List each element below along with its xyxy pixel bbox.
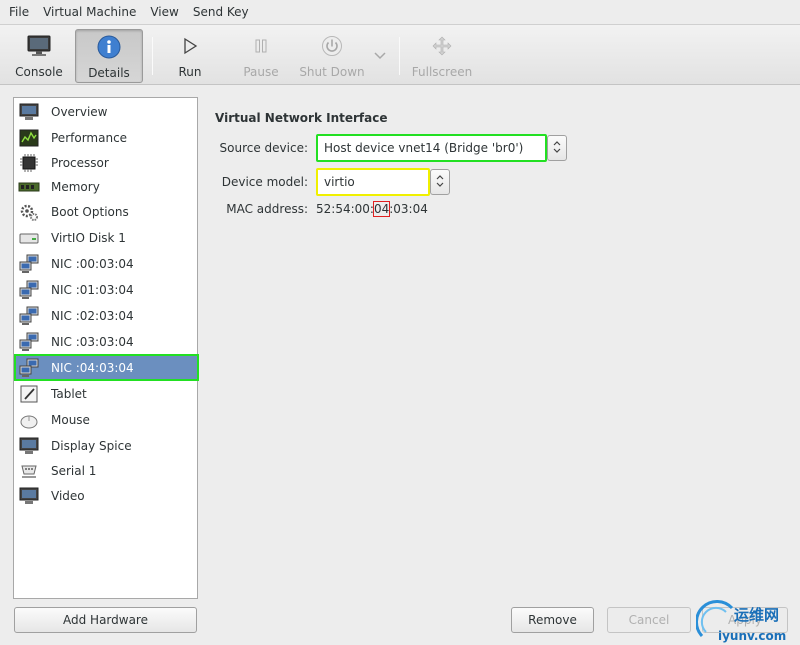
sidebar-item-label: NIC :04:03:04 [51,360,134,375]
display-icon [18,436,40,456]
mac-prefix: 52:54:00: [316,202,374,216]
monitor-icon [18,102,40,122]
sidebar-item-label: NIC :03:03:04 [51,334,134,349]
shutdown-menu-button[interactable] [370,29,390,83]
mac-highlight: 04 [372,201,391,217]
chevron-updown-icon [436,174,444,190]
svg-text:运维网: 运维网 [734,606,779,624]
pause-icon [253,33,269,59]
sidebar-item-performance[interactable]: Performance [15,125,198,150]
source-device-select[interactable]: Host device vnet14 (Bridge 'br0') [316,134,547,162]
mouse-icon [18,410,40,430]
sidebar-item-label: Serial 1 [51,463,97,478]
network-icon [18,254,40,274]
sidebar-item-mouse[interactable]: Mouse [15,407,198,432]
sidebar-item-label: Mouse [51,412,90,427]
network-icon [18,306,40,326]
disk-icon [18,228,40,248]
sidebar-item-tablet[interactable]: Tablet [15,381,198,406]
device-model-dropdown[interactable] [430,169,450,195]
sidebar-item-label: Video [51,488,85,503]
menu-bar: File Virtual Machine View Send Key [0,0,800,24]
watermark-logo: 运维网 iyunv.com [695,598,800,645]
gears-icon [18,202,40,222]
sidebar-item-label: NIC :02:03:04 [51,308,134,323]
serial-port-icon [18,461,40,481]
fullscreen-button[interactable]: Fullscreen [410,29,474,83]
device-model-label: Device model: [221,175,308,189]
sidebar-item-nic-04[interactable]: NIC :04:03:04 [14,354,199,381]
shutdown-label: Shut Down [299,65,365,79]
network-icon [18,280,40,300]
sidebar-item-label: Tablet [51,386,87,401]
sidebar-item-label: VirtIO Disk 1 [51,230,126,245]
shutdown-button[interactable]: Shut Down [297,29,367,83]
add-hardware-button[interactable]: Add Hardware [14,607,197,633]
fullscreen-arrows-icon [432,33,452,59]
sidebar-item-label: Overview [51,104,108,119]
sidebar-item-boot-options[interactable]: Boot Options [15,199,198,224]
remove-button[interactable]: Remove [511,607,594,633]
sidebar-item-video[interactable]: Video [15,483,198,508]
console-label: Console [15,65,63,79]
sidebar-item-memory[interactable]: Memory [15,174,198,199]
power-icon [321,33,343,59]
menu-virtual-machine[interactable]: Virtual Machine [36,5,143,19]
sidebar-item-serial[interactable]: Serial 1 [15,458,198,483]
sidebar-item-label: Processor [51,155,109,170]
source-device-dropdown[interactable] [547,135,567,161]
sidebar-item-label: Memory [51,179,100,194]
sidebar-item-virtio-disk[interactable]: VirtIO Disk 1 [15,225,198,250]
chevron-updown-icon [553,140,561,156]
device-model-select[interactable]: virtio [316,168,430,196]
sidebar-item-label: Display Spice [51,438,132,453]
run-label: Run [178,65,202,79]
mac-suffix: :03:04 [389,202,428,216]
sidebar-item-processor[interactable]: Processor [15,150,198,175]
menu-view[interactable]: View [143,5,185,19]
toolbar-separator [152,37,153,75]
mac-address-value: 52:54:00:04:03:04 [316,201,428,217]
network-icon [18,358,40,378]
sidebar-item-label: NIC :01:03:04 [51,282,134,297]
sidebar-item-overview[interactable]: Overview [15,99,198,124]
sidebar-item-nic-01[interactable]: NIC :01:03:04 [15,277,198,302]
pause-button[interactable]: Pause [237,29,285,83]
fullscreen-label: Fullscreen [411,65,473,79]
network-icon [18,332,40,352]
sidebar-item-label: Boot Options [51,204,129,219]
sidebar-item-display-spice[interactable]: Display Spice [15,433,198,458]
cpu-chip-icon [18,153,40,173]
svg-text:iyunv.com: iyunv.com [718,629,786,643]
video-icon [18,486,40,506]
details-button[interactable]: Details [75,29,143,83]
sidebar-item-nic-02[interactable]: NIC :02:03:04 [15,303,198,328]
sidebar-item-label: NIC :00:03:04 [51,256,134,271]
console-button[interactable]: Console [8,29,70,83]
monitor-icon [26,33,52,59]
section-title: Virtual Network Interface [215,111,388,125]
pause-label: Pause [243,65,279,79]
source-device-label: Source device: [219,141,309,155]
hardware-list: Overview Performance Processor Memory Bo… [13,97,199,599]
info-icon [97,34,121,60]
mac-address-label: MAC address: [226,202,308,216]
memory-stick-icon [18,177,40,197]
toolbar: Console Details Run Pause Shut Down Full… [0,24,800,85]
chevron-down-icon [374,43,386,69]
sidebar-item-nic-03[interactable]: NIC :03:03:04 [15,329,198,354]
sidebar-item-nic-00[interactable]: NIC :00:03:04 [15,251,198,276]
details-label: Details [88,66,130,80]
performance-graph-icon [18,128,40,148]
menu-send-key[interactable]: Send Key [186,5,256,19]
run-button[interactable]: Run [165,29,215,83]
menu-file[interactable]: File [2,5,36,19]
toolbar-separator [399,37,400,75]
tablet-icon [18,384,40,404]
cancel-button[interactable]: Cancel [607,607,691,633]
play-icon [181,33,199,59]
sidebar-item-label: Performance [51,130,128,145]
